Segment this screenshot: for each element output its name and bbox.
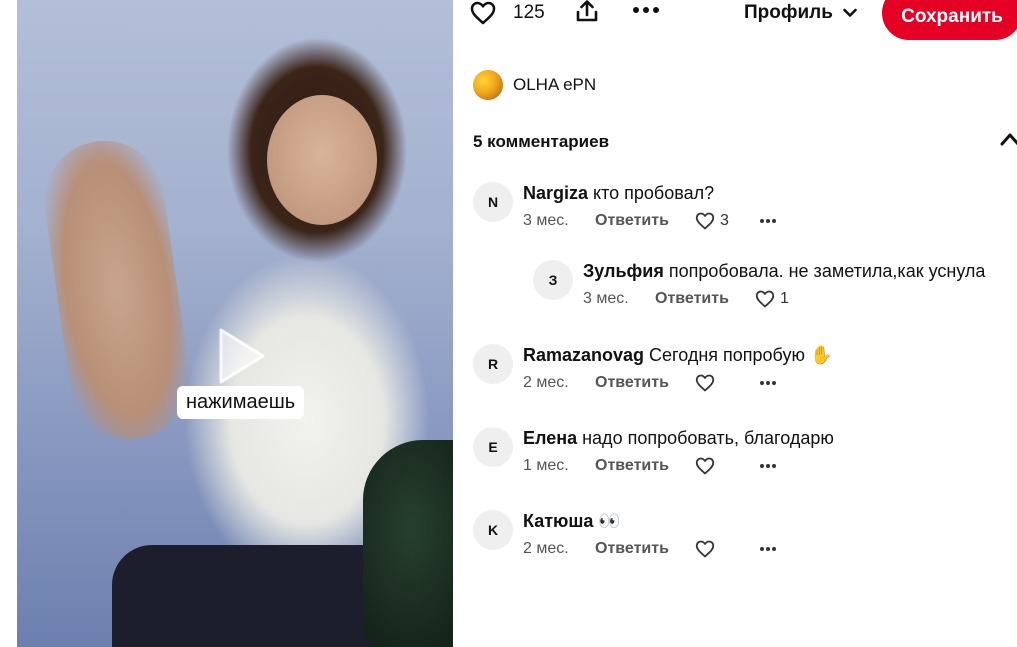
avatar	[473, 70, 503, 100]
comment-time: 2 мес.	[523, 540, 569, 557]
comment-time: 3 мес.	[523, 212, 569, 229]
comment-text: надо попробовать, благодарю	[582, 428, 834, 448]
play-icon[interactable]	[213, 326, 267, 386]
profile-dropdown[interactable]: Профиль	[744, 2, 857, 24]
video-frame-detail	[267, 95, 377, 225]
video-frame-detail	[363, 440, 453, 647]
reply-button[interactable]: Ответить	[595, 374, 695, 392]
heart-icon	[695, 540, 715, 558]
more-options-icon[interactable]	[759, 380, 777, 386]
more-options-icon[interactable]	[759, 218, 777, 224]
more-options-icon[interactable]	[632, 4, 660, 16]
reply-button[interactable]: Ответить	[655, 290, 755, 308]
save-button[interactable]: Сохранить	[882, 0, 1017, 40]
comment-like-button[interactable]	[695, 540, 759, 558]
avatar[interactable]: N	[473, 182, 513, 222]
share-icon[interactable]	[574, 0, 600, 24]
comment-text: 👀	[598, 511, 621, 531]
author-name: OLHA ePN	[513, 75, 597, 94]
comment-item: R Ramazanovag Сегодня попробую ✋ 2 мес. О…	[473, 344, 832, 394]
avatar[interactable]: З	[533, 260, 573, 300]
comment-time: 3 мес.	[583, 290, 629, 307]
comment-like-button[interactable]: 3	[695, 212, 759, 230]
comments-count-heading: 5 комментариев	[473, 132, 610, 151]
more-options-icon[interactable]	[759, 463, 777, 469]
comment-time: 1 мес.	[523, 457, 569, 474]
comment-text: кто пробовал?	[593, 183, 715, 203]
avatar[interactable]: K	[473, 510, 513, 550]
video-caption: нажимаешь	[177, 386, 305, 419]
comment-like-button[interactable]	[695, 374, 759, 392]
likes-count: 125	[513, 2, 545, 23]
avatar[interactable]: R	[473, 344, 513, 384]
comment-author[interactable]: Ramazanovag	[523, 345, 644, 365]
comment-author[interactable]: Nargiza	[523, 183, 588, 203]
author-link[interactable]: OLHA ePN	[473, 70, 596, 100]
video-player[interactable]: нажимаешь	[17, 0, 453, 647]
avatar[interactable]: E	[473, 427, 513, 467]
comment-text: попробовала. не заметила,как уснула	[668, 261, 986, 281]
comment-author[interactable]: Зульфия	[583, 261, 664, 281]
comment-item: K Катюша 👀 2 мес. Ответить	[473, 510, 777, 560]
heart-icon	[755, 290, 775, 308]
heart-icon	[695, 212, 715, 230]
heart-icon	[695, 374, 715, 392]
comment-like-count: 1	[780, 290, 789, 307]
chevron-up-icon[interactable]	[1000, 132, 1017, 148]
heart-icon	[695, 457, 715, 475]
reply-button[interactable]: Ответить	[595, 540, 695, 558]
comment-author[interactable]: Катюша	[523, 511, 593, 531]
chevron-down-icon	[843, 2, 857, 24]
comment-item: N Nargiza кто пробовал? 3 мес. Ответить 3	[473, 182, 777, 232]
comment-like-button[interactable]	[695, 457, 759, 475]
reply-button[interactable]: Ответить	[595, 212, 695, 230]
comment-reply-item: З Зульфия попробовала. не заметила,как ус…	[533, 260, 985, 310]
comment-like-count: 3	[720, 212, 729, 229]
comment-item: E Елена надо попробовать, благодарю 1 мес…	[473, 427, 834, 477]
video-frame-detail	[36, 133, 198, 447]
more-options-icon[interactable]	[759, 546, 777, 552]
comment-text: Сегодня попробую ✋	[649, 345, 833, 365]
heart-icon[interactable]	[469, 0, 497, 26]
reply-button[interactable]: Ответить	[595, 457, 695, 475]
comment-author[interactable]: Елена	[523, 428, 577, 448]
comment-like-button[interactable]: 1	[755, 290, 819, 308]
profile-label: Профиль	[744, 2, 833, 23]
comment-time: 2 мес.	[523, 374, 569, 391]
